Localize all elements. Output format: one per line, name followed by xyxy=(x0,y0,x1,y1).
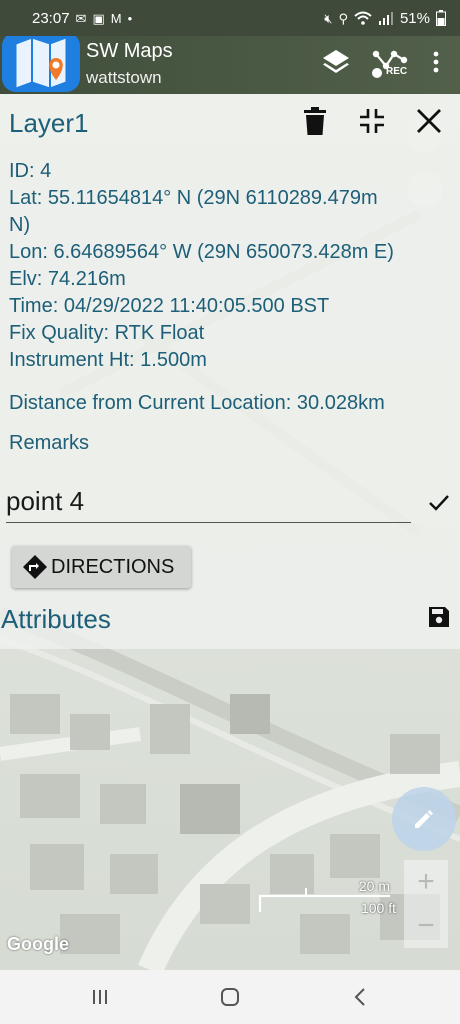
back-button[interactable] xyxy=(340,982,380,1012)
status-bar: 23:07 ✉ ▣ M • 🔇︎ ⚲ 51% xyxy=(0,0,460,36)
status-time: 23:07 xyxy=(32,9,70,27)
gmail-icon: M xyxy=(110,10,122,26)
collapse-button[interactable] xyxy=(355,104,389,138)
delete-button[interactable] xyxy=(298,104,332,138)
project-name: wattstown xyxy=(86,68,162,87)
save-attributes-button[interactable] xyxy=(422,600,456,634)
feature-id: ID: 4 xyxy=(9,160,52,182)
remarks-label: Remarks xyxy=(9,432,90,454)
remarks-input[interactable]: point 4 xyxy=(6,486,411,523)
mail-icon: ✉ xyxy=(75,10,87,26)
distance-from-location: Distance from Current Location: 30.028km xyxy=(9,392,385,414)
directions-icon xyxy=(23,555,47,579)
save-icon xyxy=(429,607,449,627)
mute-icon: 🔇︎ xyxy=(324,10,333,26)
app-logo xyxy=(2,32,80,92)
feature-lon: Lon: 6.64689564° W (29N 650073.428m E) xyxy=(9,241,394,263)
recents-button[interactable] xyxy=(80,982,120,1012)
location-icon: ⚲ xyxy=(338,10,348,26)
system-nav-bar xyxy=(0,970,460,1024)
home-button[interactable] xyxy=(210,982,250,1012)
feature-lat: Lat: 55.11654814° N (29N 6110289.479m xyxy=(9,187,378,209)
layers-button[interactable] xyxy=(318,44,354,80)
layers-icon xyxy=(323,50,349,73)
more-options-button[interactable] xyxy=(424,44,448,80)
directions-label: DIRECTIONS xyxy=(51,555,175,578)
layer-title: Layer1 xyxy=(9,108,89,138)
feature-instrument-height: Instrument Ht: 1.500m xyxy=(9,349,207,371)
directions-button[interactable]: DIRECTIONS xyxy=(12,546,191,588)
feature-elevation: Elv: 74.216m xyxy=(9,268,126,290)
more-vert-icon xyxy=(433,51,439,73)
battery-icon xyxy=(436,10,446,26)
home-icon xyxy=(221,988,239,1006)
battery-percent: 51% xyxy=(399,9,430,27)
app-bar: SW Maps wattstown REC xyxy=(0,30,460,94)
edit-fab[interactable] xyxy=(392,787,456,851)
edit-icon xyxy=(415,810,433,828)
feature-lat-cont: N) xyxy=(9,214,31,236)
close-button[interactable] xyxy=(412,104,446,138)
record-track-button[interactable]: REC xyxy=(368,44,410,80)
zoom-out-button[interactable]: − xyxy=(404,904,448,948)
delete-icon xyxy=(304,107,326,135)
app-title: SW Maps xyxy=(86,40,173,62)
feature-time: Time: 04/29/2022 11:40:05.500 BST xyxy=(9,295,330,317)
recents-icon xyxy=(93,990,107,1004)
map-scale: 20 m 100 ft xyxy=(258,878,398,918)
image-icon: ▣ xyxy=(92,10,105,26)
scale-imperial: 100 ft xyxy=(360,900,396,916)
zoom-in-button[interactable]: + xyxy=(404,860,448,904)
feature-fix-quality: Fix Quality: RTK Float xyxy=(9,322,205,344)
check-icon xyxy=(429,495,449,511)
save-remarks-button[interactable] xyxy=(422,486,456,520)
collapse-icon xyxy=(360,109,384,133)
close-icon xyxy=(417,109,441,133)
google-attribution: Google xyxy=(7,934,69,954)
attributes-heading: Attributes xyxy=(1,604,111,634)
back-icon xyxy=(354,988,365,1006)
signal-icon xyxy=(378,12,393,25)
wifi-icon xyxy=(354,11,372,25)
feature-info-panel: Layer1 ID: 4 Lat: 55.11654814° N (29N 61… xyxy=(0,94,460,649)
dot-icon: • xyxy=(127,10,133,26)
rec-label: REC xyxy=(386,66,408,77)
